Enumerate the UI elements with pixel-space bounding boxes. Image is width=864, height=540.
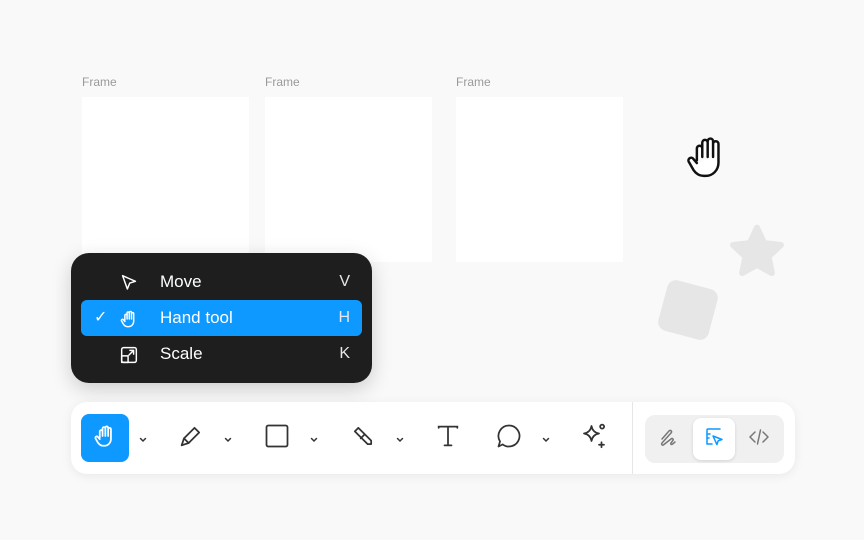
menu-item-shortcut: K <box>339 345 350 362</box>
design-icon <box>702 425 726 454</box>
bottom-toolbar <box>71 402 795 474</box>
menu-item-label: Scale <box>160 344 203 363</box>
frame[interactable] <box>265 97 432 262</box>
chevron-down-icon[interactable] <box>395 432 405 443</box>
menu-item-hand-tool[interactable]: ✓ Hand tool H <box>81 300 362 336</box>
chevron-down-icon[interactable] <box>138 432 148 443</box>
hand-cursor-icon <box>680 130 734 189</box>
menu-item-label: Move <box>160 272 202 291</box>
menu-item-shortcut: V <box>339 273 350 290</box>
scale-icon <box>118 344 140 366</box>
squiggle-icon <box>657 425 681 454</box>
frame-label[interactable]: Frame <box>456 75 491 89</box>
frame[interactable] <box>82 97 249 262</box>
sparkle-icon <box>579 421 609 456</box>
comment-tool-button[interactable] <box>485 414 533 462</box>
rectangle-icon <box>263 422 291 455</box>
toolbar-divider <box>632 402 633 474</box>
draw-mode-button[interactable] <box>648 418 690 460</box>
text-icon <box>434 422 462 455</box>
frame-label[interactable]: Frame <box>82 75 117 89</box>
ai-tool-button[interactable] <box>570 414 618 462</box>
frame[interactable] <box>456 97 623 262</box>
chevron-down-icon[interactable] <box>223 432 233 443</box>
chevron-down-icon[interactable] <box>541 432 551 443</box>
hand-tool-button[interactable] <box>81 414 129 462</box>
pencil-tool-button[interactable] <box>339 414 387 462</box>
rounded-square-shape <box>656 278 720 342</box>
chevron-down-icon[interactable] <box>309 432 319 443</box>
menu-item-scale[interactable]: Scale K <box>81 336 362 372</box>
code-icon <box>747 425 771 454</box>
checkmark-icon: ✓ <box>94 309 108 326</box>
menu-item-shortcut: H <box>338 309 350 326</box>
design-mode-button[interactable] <box>693 418 735 460</box>
text-tool-button[interactable] <box>424 414 472 462</box>
move-icon <box>118 272 140 294</box>
pencil-icon <box>349 422 377 455</box>
dev-mode-button[interactable] <box>738 418 780 460</box>
comment-icon <box>495 422 523 455</box>
frame-label[interactable]: Frame <box>265 75 300 89</box>
tool-dropdown-menu: Move V ✓ Hand tool H Scale K <box>71 253 372 383</box>
mode-switcher <box>645 415 784 463</box>
menu-item-label: Hand tool <box>160 308 233 327</box>
pen-icon <box>177 422 205 455</box>
hand-icon <box>91 422 119 455</box>
star-shape-icon <box>722 220 792 291</box>
pen-tool-button[interactable] <box>167 414 215 462</box>
menu-item-move[interactable]: Move V <box>81 264 362 300</box>
rectangle-tool-button[interactable] <box>253 414 301 462</box>
hand-icon <box>118 308 140 330</box>
